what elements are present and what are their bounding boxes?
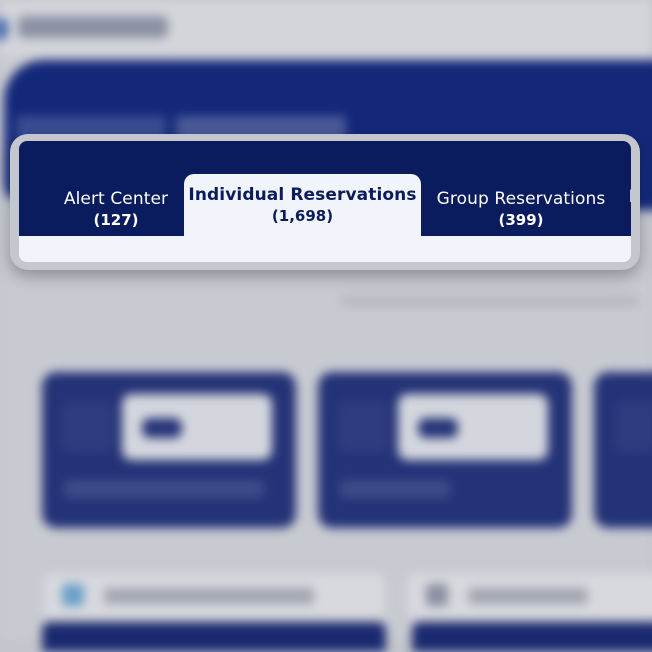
- list-header: [44, 574, 384, 618]
- list-title: [468, 588, 588, 604]
- list-bar: [412, 622, 652, 652]
- list-icon: [62, 584, 84, 606]
- background-app: [0, 0, 652, 652]
- tab-alert-center[interactable]: Alert Center (127): [41, 181, 191, 236]
- card-pill: [142, 418, 182, 438]
- tab-next-partial[interactable]: N: [629, 181, 631, 242]
- list-bar: [42, 622, 386, 652]
- tab-count: (1,698): [271, 207, 334, 225]
- tab-label: Alert Center: [63, 188, 169, 209]
- tab-bar: Alert Center (127) Individual Reservatio…: [19, 141, 631, 236]
- app-logo: [18, 16, 168, 38]
- card-label: [64, 480, 264, 498]
- tab-content-strip: [19, 236, 631, 262]
- top-bar: [0, 0, 652, 56]
- card-pill: [418, 418, 458, 438]
- tab-count: (399): [498, 210, 544, 229]
- card-icon: [338, 402, 388, 452]
- content-caption: [340, 294, 640, 308]
- card-icon: [62, 402, 112, 452]
- tab-label: N: [629, 187, 631, 207]
- summary-card[interactable]: [42, 372, 296, 528]
- summary-card[interactable]: [318, 372, 572, 528]
- app-logo-icon: [0, 18, 8, 40]
- tab-label: Individual Reservations: [188, 185, 417, 205]
- reservation-tabs-card: Alert Center (127) Individual Reservatio…: [10, 134, 640, 270]
- tab-individual-reservations[interactable]: Individual Reservations (1,698): [184, 174, 421, 236]
- tab-label: Group Reservations: [436, 188, 606, 209]
- card-label: [340, 480, 450, 498]
- reservation-tabs: Alert Center (127) Individual Reservatio…: [19, 141, 631, 262]
- list-title: [104, 588, 314, 604]
- list-icon: [426, 584, 448, 606]
- summary-card[interactable]: [594, 372, 652, 528]
- list-header: [408, 574, 652, 618]
- tab-group-reservations[interactable]: Group Reservations (399): [427, 181, 615, 236]
- tab-count: (127): [93, 210, 139, 229]
- card-icon: [616, 402, 652, 452]
